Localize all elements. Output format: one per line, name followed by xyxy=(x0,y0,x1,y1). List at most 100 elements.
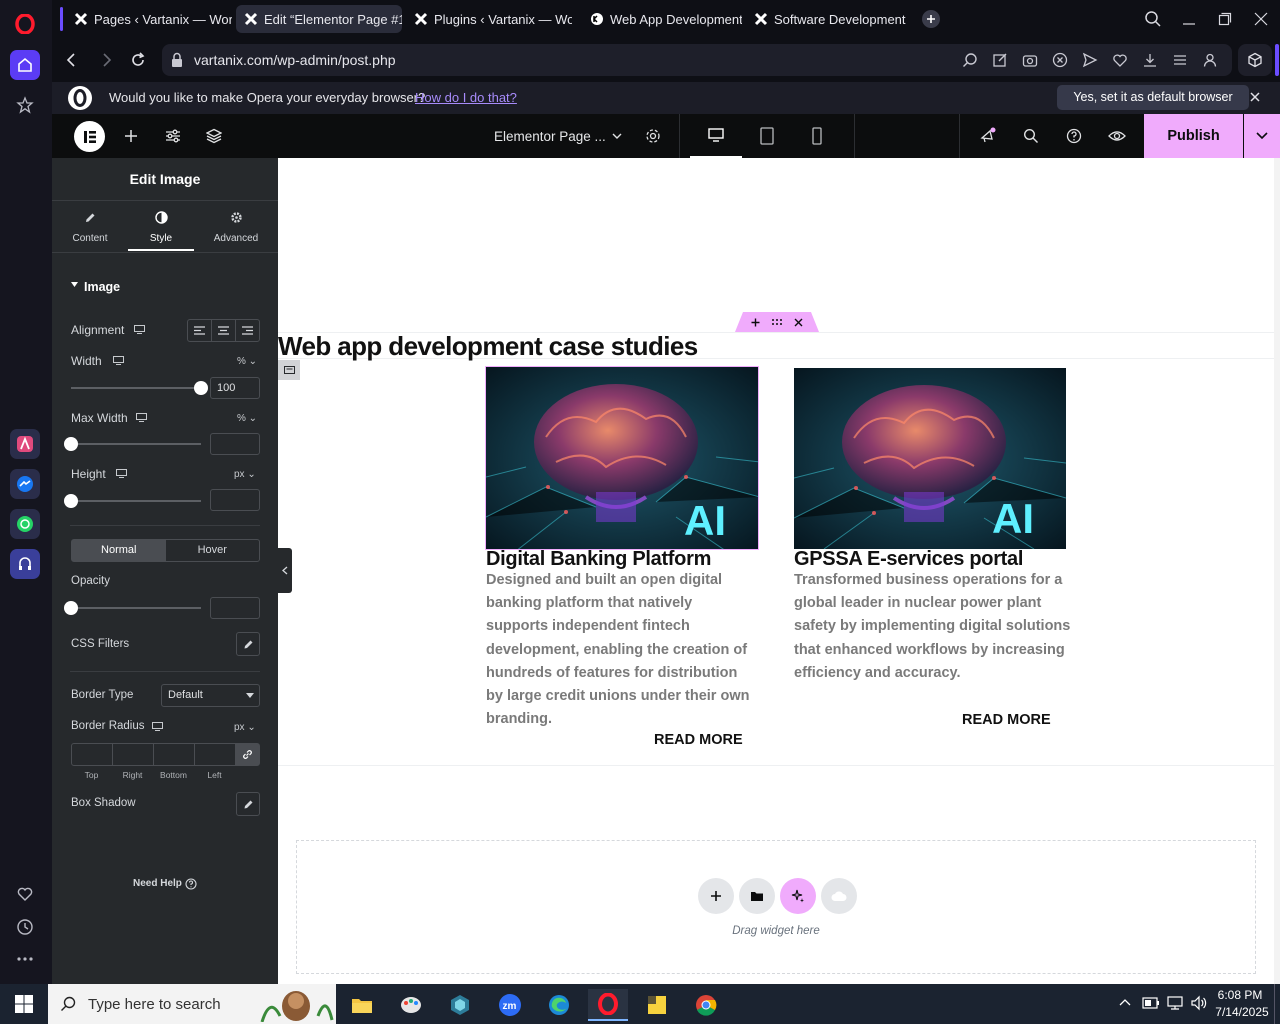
bookmark-heart-icon[interactable] xyxy=(1112,52,1128,68)
send-icon[interactable] xyxy=(1082,52,1098,68)
desktop-responsive-icon[interactable] xyxy=(136,413,147,422)
infobar-how-link[interactable]: How do I do that? xyxy=(415,90,517,105)
help-circle-icon[interactable] xyxy=(185,878,197,890)
download-icon[interactable] xyxy=(1142,52,1158,68)
finder-search-icon[interactable] xyxy=(1021,126,1041,146)
drag-handle-icon[interactable] xyxy=(771,318,783,326)
collapse-panel-icon[interactable] xyxy=(278,548,292,593)
height-unit-select[interactable]: px ⌄ xyxy=(234,469,256,480)
sticky-notes-icon[interactable] xyxy=(637,989,677,1021)
zoom-app-icon[interactable]: zm xyxy=(490,989,530,1021)
taskbar-date[interactable]: 7/14/2025 xyxy=(1210,1005,1274,1019)
reload-icon[interactable] xyxy=(130,52,146,68)
tab-software-dev[interactable]: Software Development & xyxy=(746,5,906,33)
box-shadow-edit-icon[interactable] xyxy=(236,792,260,816)
star-icon[interactable] xyxy=(10,90,40,120)
taskbar-time[interactable]: 6:08 PM xyxy=(1210,988,1270,1002)
taskbar-search-box[interactable]: Type here to search xyxy=(48,984,336,1024)
show-desktop-button[interactable] xyxy=(1274,984,1280,1024)
max-width-slider-knob[interactable] xyxy=(64,437,78,451)
align-center-icon[interactable] xyxy=(212,320,236,341)
card-title-1[interactable]: Digital Banking Platform xyxy=(486,548,711,571)
border-type-select[interactable]: Default xyxy=(161,684,260,707)
page-settings-gear-icon[interactable] xyxy=(643,126,663,146)
max-width-slider-track[interactable] xyxy=(71,443,201,445)
preview-eye-icon[interactable] xyxy=(1107,126,1127,146)
opacity-slider-knob[interactable] xyxy=(64,601,78,615)
cloud-templates-icon[interactable] xyxy=(821,878,857,914)
extensions-icon[interactable] xyxy=(1238,44,1272,76)
canvas-scrollbar[interactable] xyxy=(1274,158,1280,984)
add-section-icon[interactable] xyxy=(698,878,734,914)
link-values-icon[interactable] xyxy=(236,744,259,765)
chevron-down-icon[interactable] xyxy=(611,131,623,141)
notifications-megaphone-icon[interactable] xyxy=(978,126,998,146)
easy-setup-icon[interactable] xyxy=(1172,52,1188,68)
aria-icon[interactable] xyxy=(10,429,40,459)
opacity-slider-track[interactable] xyxy=(71,607,201,609)
width-input[interactable]: 100 xyxy=(210,377,260,399)
card-description-1[interactable]: Designed and built an open digital banki… xyxy=(486,569,754,731)
url-bar[interactable]: vartanix.com/wp-admin/post.php xyxy=(162,44,1232,76)
case-studies-heading[interactable]: Web app development case studies xyxy=(278,331,698,362)
opacity-input[interactable] xyxy=(210,597,260,619)
height-input[interactable] xyxy=(210,489,260,511)
app-diamond-icon[interactable] xyxy=(440,989,480,1021)
volume-icon[interactable] xyxy=(1190,995,1208,1011)
border-radius-unit-select[interactable]: px ⌄ xyxy=(234,722,256,733)
width-slider-track[interactable] xyxy=(71,387,201,389)
paint-app-icon[interactable] xyxy=(391,989,431,1021)
set-default-button[interactable]: Yes, set it as default browser xyxy=(1057,85,1249,110)
adblock-icon[interactable] xyxy=(1052,52,1068,68)
section-image-heading[interactable]: Image xyxy=(84,280,120,294)
forward-icon[interactable] xyxy=(98,52,114,68)
history-icon[interactable] xyxy=(10,912,40,942)
tab-pages[interactable]: Pages ‹ Vartanix — WordPress xyxy=(66,5,232,33)
home-icon[interactable] xyxy=(10,50,40,80)
structure-layers-icon[interactable] xyxy=(204,126,224,146)
battery-icon[interactable] xyxy=(1142,995,1160,1011)
lens-search-icon[interactable] xyxy=(962,52,978,68)
lock-icon[interactable] xyxy=(170,52,184,68)
card-description-2[interactable]: Transformed business operations for a gl… xyxy=(794,569,1074,685)
max-width-input[interactable] xyxy=(210,433,260,455)
need-help-link[interactable]: Need Help xyxy=(133,878,182,889)
tab-search-icon[interactable] xyxy=(1144,10,1162,28)
case-study-image-2[interactable]: AI xyxy=(794,368,1066,549)
whatsapp-icon[interactable] xyxy=(10,509,40,539)
desktop-responsive-icon[interactable] xyxy=(134,325,145,334)
max-width-unit-select[interactable]: % ⌄ xyxy=(237,413,257,424)
desktop-responsive-icon[interactable] xyxy=(116,469,127,478)
network-icon[interactable] xyxy=(1166,995,1184,1011)
minimize-icon[interactable] xyxy=(1182,12,1196,26)
radius-bottom-input[interactable] xyxy=(154,744,195,765)
template-library-folder-icon[interactable] xyxy=(739,878,775,914)
publish-button[interactable]: Publish xyxy=(1144,114,1243,158)
radius-left-input[interactable] xyxy=(195,744,236,765)
close-window-icon[interactable] xyxy=(1254,12,1268,26)
back-icon[interactable] xyxy=(64,52,80,68)
desktop-responsive-icon[interactable] xyxy=(113,356,124,365)
profile-icon[interactable] xyxy=(1202,52,1218,68)
radius-right-input[interactable] xyxy=(113,744,154,765)
more-icon[interactable] xyxy=(10,944,40,974)
help-circle-icon[interactable] xyxy=(1064,126,1084,146)
state-normal-tab[interactable]: Normal xyxy=(72,540,166,561)
camera-icon[interactable] xyxy=(1022,52,1038,68)
publish-options-chevron-icon[interactable] xyxy=(1244,114,1280,158)
caret-down-icon[interactable] xyxy=(70,280,79,289)
desktop-responsive-icon[interactable] xyxy=(152,722,163,731)
height-slider-knob[interactable] xyxy=(64,494,78,508)
file-explorer-icon[interactable] xyxy=(342,989,382,1021)
widget-edit-icon[interactable] xyxy=(278,360,300,380)
delete-container-icon[interactable] xyxy=(794,318,803,327)
tab-advanced[interactable]: Advanced xyxy=(194,201,278,251)
height-slider-track[interactable] xyxy=(71,500,201,502)
add-container-icon[interactable] xyxy=(751,318,760,327)
restore-icon[interactable] xyxy=(1218,12,1232,26)
card-title-2[interactable]: GPSSA E-services portal xyxy=(794,548,1023,571)
heart-icon[interactable] xyxy=(10,879,40,909)
tab-web-app-dev[interactable]: Web App Development Co xyxy=(582,5,742,33)
css-filters-edit-icon[interactable] xyxy=(236,632,260,656)
read-more-link-2[interactable]: READ MORE xyxy=(962,712,1051,728)
